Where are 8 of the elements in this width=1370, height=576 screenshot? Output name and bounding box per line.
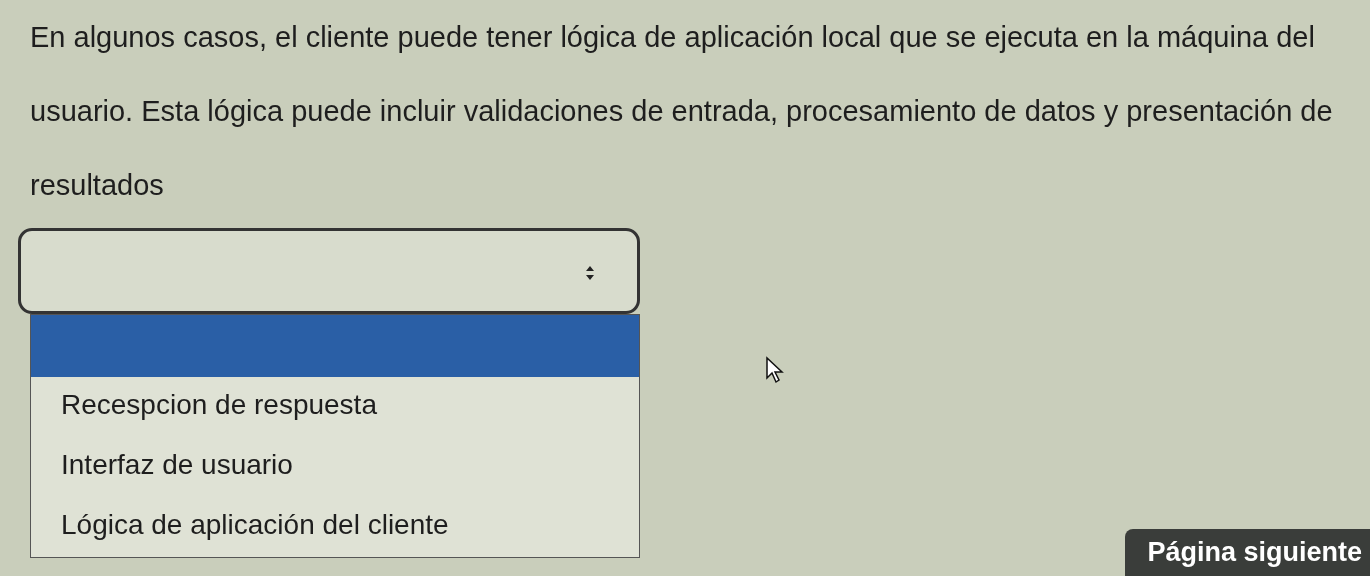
mouse-pointer-icon: [765, 356, 785, 384]
dropdown-option[interactable]: Lógica de aplicación del cliente: [31, 497, 639, 557]
up-down-arrows-icon: [585, 265, 595, 281]
next-page-button[interactable]: Página siguiente: [1125, 529, 1370, 576]
question-text: En algunos casos, el cliente puede tener lógica de aplicación local que se ejecuta en la máquina del usuario. Esta lógica puede incluir validaciones de entrada, procesamiento de datos y presentación de resultados: [30, 20, 1334, 203]
dropdown-select[interactable]: [18, 228, 640, 314]
dropdown-option[interactable]: Interfaz de usuario: [31, 437, 639, 497]
dropdown-option[interactable]: Recespcion de respuesta: [31, 377, 639, 437]
